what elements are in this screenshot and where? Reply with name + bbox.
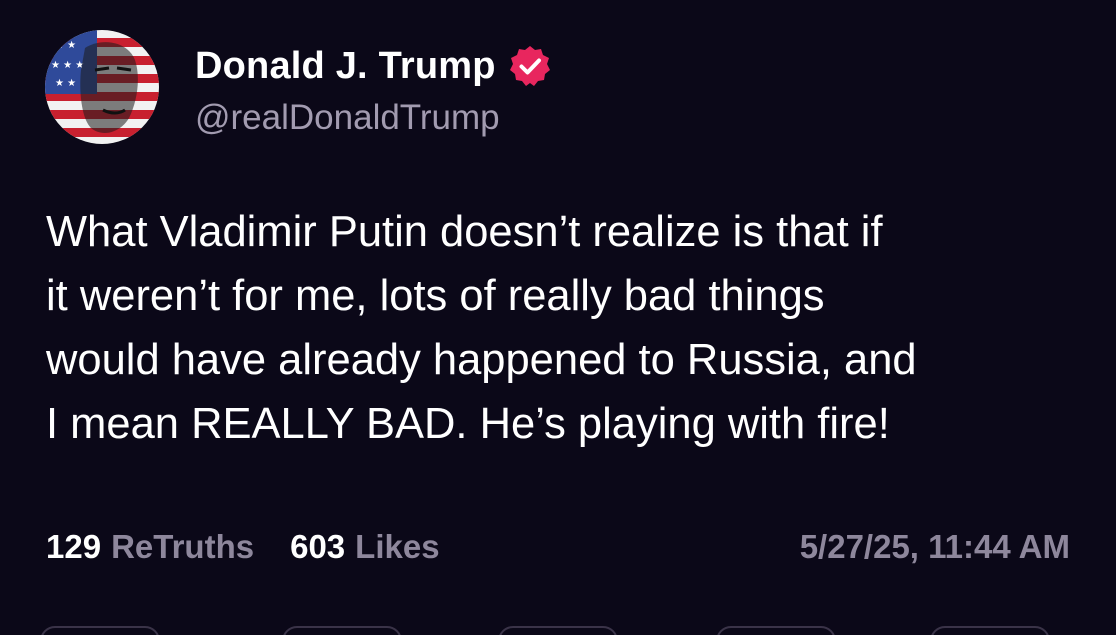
post-text: What Vladimir Putin doesn’t realize is t… xyxy=(46,208,917,448)
retruth-button[interactable] xyxy=(282,626,402,635)
verified-badge-icon xyxy=(508,44,552,88)
author-row: Donald J. Trump xyxy=(195,40,552,92)
likes-label: Likes xyxy=(355,528,440,565)
retruths-label: ReTruths xyxy=(111,528,255,565)
reply-button[interactable] xyxy=(40,626,160,635)
truth-post: ★ ★ ★ ★ ★ ★ ★ Donald J. Trump @realDonal… xyxy=(0,0,1116,635)
post-stats: 129 ReTruths 603 Likes xyxy=(46,525,440,569)
more-button[interactable] xyxy=(930,626,1050,635)
svg-text:★ ★ ★: ★ ★ ★ xyxy=(51,60,84,71)
author-handle[interactable]: @realDonaldTrump xyxy=(195,98,500,138)
share-button[interactable] xyxy=(716,626,836,635)
avatar[interactable]: ★ ★ ★ ★ ★ ★ ★ xyxy=(45,30,159,144)
avatar-image: ★ ★ ★ ★ ★ ★ ★ xyxy=(45,30,159,144)
post-timestamp[interactable]: 5/27/25, 11:44 AM xyxy=(800,525,1070,569)
svg-text:★ ★: ★ ★ xyxy=(55,78,76,89)
likes-stat[interactable]: 603 Likes xyxy=(290,528,439,566)
like-button[interactable] xyxy=(498,626,618,635)
retruths-stat[interactable]: 129 ReTruths xyxy=(46,528,254,566)
retruths-count: 129 xyxy=(46,528,102,565)
action-bar xyxy=(0,626,1116,635)
likes-count: 603 xyxy=(290,528,346,565)
svg-text:★ ★: ★ ★ xyxy=(55,40,76,51)
display-name[interactable]: Donald J. Trump xyxy=(195,45,496,88)
